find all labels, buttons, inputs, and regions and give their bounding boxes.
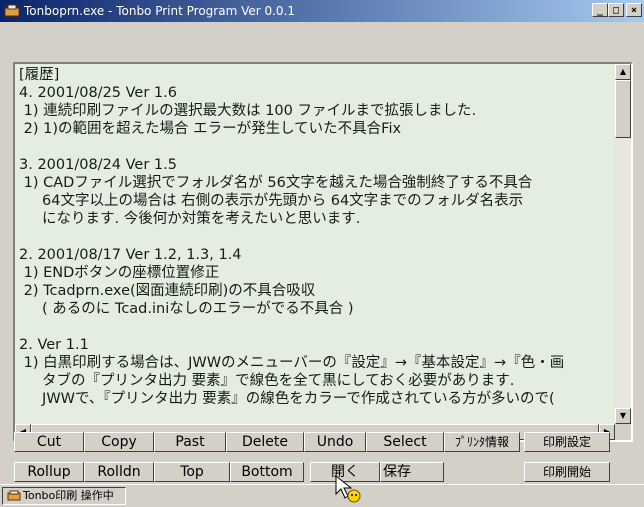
history-text[interactable]: [履歴] 4. 2001/08/25 Ver 1.6 1) 連続印刷ファイルの選択… [17, 66, 615, 422]
copy-button[interactable]: Copy [84, 432, 154, 452]
select-button[interactable]: Select [366, 432, 444, 452]
delete-button[interactable]: Delete [226, 432, 304, 452]
history-line: 1) 白黒印刷する場合は、JWWのメニューバーの『設定』→『基本設定』→『色・画 [19, 355, 565, 371]
save-button[interactable]: 保存 [380, 462, 444, 482]
top-button[interactable]: Top [154, 462, 230, 482]
dragonfly-app-icon [7, 490, 21, 501]
history-line: JWWで、『プリンタ出力 要素』の線色をカラーで作成されている方が多いので( [19, 391, 555, 407]
history-line [19, 318, 615, 336]
history-text-area[interactable]: [履歴] 4. 2001/08/25 Ver 1.6 1) 連続印刷ファイルの選択… [13, 62, 633, 442]
history-line: 3. 2001/08/24 Ver 1.5 [19, 157, 177, 173]
dragonfly-app-icon [4, 4, 20, 17]
main-window: [履歴] 4. 2001/08/25 Ver 1.6 1) 連続印刷ファイルの選択… [0, 22, 644, 484]
history-line: タブの『プリンタ出力 要素』で線色を全て黒にしておく必要があります. [19, 373, 515, 389]
history-line: 4. 2001/08/25 Ver 1.6 [19, 85, 177, 101]
scrollbar-corner [615, 424, 631, 440]
start-print-button[interactable]: 印刷開始 [524, 462, 610, 482]
history-line: 2) Tcadprn.exe(図面連続印刷)の不具合吸収 [19, 283, 316, 299]
window-title: Tonboprn.exe - Tonbo Print Program Ver 0… [24, 4, 296, 18]
history-line: になります. 今後何か対策を考えたいと思います. [19, 211, 361, 227]
vertical-scroll-thumb[interactable] [615, 80, 631, 138]
cut-button[interactable]: Cut [14, 432, 84, 452]
rolldown-button[interactable]: Rolldn [84, 462, 154, 482]
paste-button[interactable]: Past [154, 432, 226, 452]
history-line: 1) ENDボタンの座標位置修正 [19, 265, 220, 281]
print-settings-button[interactable]: 印刷設定 [524, 432, 610, 452]
vertical-scrollbar[interactable]: ▲ ▼ [615, 64, 631, 424]
undo-button[interactable]: Undo [304, 432, 366, 452]
history-line [19, 138, 615, 156]
scroll-up-arrow-icon[interactable]: ▲ [615, 64, 631, 80]
maximize-button[interactable]: □ [608, 3, 624, 17]
scroll-down-arrow-icon[interactable]: ▼ [615, 408, 631, 424]
history-line: [履歴] [19, 67, 60, 83]
history-line: 1) 連続印刷ファイルの選択最大数は 100 ファイルまで拡張しました. [19, 103, 477, 119]
taskbar-item-tonbo[interactable]: Tonbo印刷 操作中 [2, 487, 126, 505]
taskbar-item-label: Tonbo印刷 操作中 [23, 489, 114, 502]
close-button[interactable]: × [626, 3, 642, 17]
history-line: 64文字以上の場合は 右側の表示が先頭から 64文字までのフォルダ名表示 [19, 193, 524, 209]
mouse-cursor-icon [335, 474, 361, 503]
history-line: ( あるのに Tcad.iniなしのエラーがでる不具合 ) [19, 301, 354, 317]
printer-info-button[interactable]: ﾌﾟﾘﾝﾀ情報 [444, 432, 520, 452]
rollup-button[interactable]: Rollup [14, 462, 84, 482]
title-bar[interactable]: Tonboprn.exe - Tonbo Print Program Ver 0… [0, 0, 644, 22]
minimize-button[interactable]: _ [592, 3, 608, 17]
taskbar: Tonbo印刷 操作中 [0, 484, 644, 507]
history-line [19, 228, 615, 246]
history-line: 2. 2001/08/17 Ver 1.2, 1.3, 1.4 [19, 247, 242, 263]
history-line: 1) CADファイル選択でフォルダ名が 56文字を越えた場合強制終了する不具合 [19, 175, 533, 191]
history-line: 2. Ver 1.1 [19, 337, 89, 353]
history-line: 2) 1)の範囲を超えた場合 エラーが発生していた不具合Fix [19, 121, 402, 137]
bottom-button[interactable]: Bottom [230, 462, 304, 482]
